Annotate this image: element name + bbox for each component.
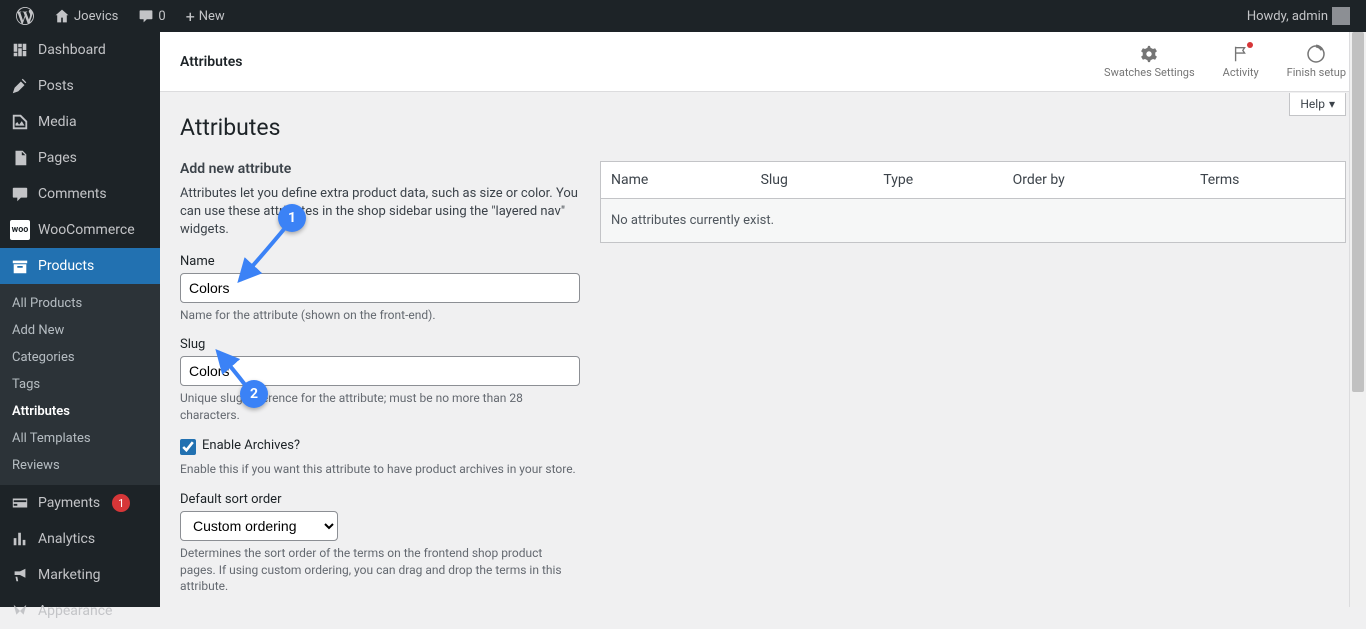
- wordpress-icon: [16, 7, 34, 25]
- sidebar-item-label: Pages: [38, 150, 77, 166]
- sidebar-item-posts[interactable]: Posts: [0, 68, 160, 104]
- submenu-categories[interactable]: Categories: [0, 344, 160, 371]
- plus-icon: +: [186, 7, 195, 26]
- sidebar-item-payments[interactable]: Payments 1: [0, 485, 160, 521]
- sidebar-item-label: Dashboard: [38, 42, 106, 58]
- submenu-add-new[interactable]: Add New: [0, 317, 160, 344]
- sidebar-item-media[interactable]: Media: [0, 104, 160, 140]
- comment-icon: [138, 8, 154, 24]
- activity-label: Activity: [1223, 66, 1259, 79]
- sidebar-item-analytics[interactable]: Analytics: [0, 521, 160, 557]
- sidebar-item-pages[interactable]: Pages: [0, 140, 160, 176]
- sidebar-item-products[interactable]: Products: [0, 248, 160, 284]
- activity-button[interactable]: Activity: [1223, 44, 1259, 79]
- products-submenu: All Products Add New Categories Tags Att…: [0, 284, 160, 485]
- add-attribute-desc: Attributes let you define extra product …: [180, 185, 580, 240]
- wp-logo-menu[interactable]: [8, 0, 42, 32]
- sidebar-item-label: Marketing: [38, 567, 101, 583]
- sort-help: Determines the sort order of the terms o…: [180, 545, 580, 595]
- progress-icon: [1306, 44, 1326, 64]
- howdy-label: Howdy, admin: [1247, 9, 1328, 24]
- admin-sidebar: Dashboard Posts Media Pages Comments woo: [0, 32, 160, 607]
- col-type[interactable]: Type: [873, 162, 1002, 199]
- sidebar-item-appearance[interactable]: Appearance: [0, 593, 160, 629]
- payments-badge: 1: [112, 494, 130, 512]
- finish-label: Finish setup: [1287, 66, 1346, 79]
- gear-icon: [1139, 44, 1159, 64]
- chevron-down-icon: ▾: [1329, 97, 1335, 111]
- sidebar-item-label: Media: [38, 114, 77, 130]
- product-icon: [10, 256, 30, 276]
- payment-icon: [10, 493, 30, 513]
- help-tab[interactable]: Help ▾: [1289, 93, 1346, 116]
- site-name-menu[interactable]: Joevics: [46, 0, 126, 32]
- comments-menu[interactable]: 0: [130, 0, 173, 32]
- header-title: Attributes: [180, 54, 242, 70]
- woo-icon: woo: [10, 220, 30, 240]
- slug-input[interactable]: [180, 356, 580, 386]
- comments-count: 0: [158, 9, 165, 24]
- page-icon: [10, 148, 30, 168]
- slug-label: Slug: [180, 337, 580, 352]
- new-content-menu[interactable]: + New: [178, 0, 233, 32]
- sidebar-item-woocommerce[interactable]: woo WooCommerce: [0, 212, 160, 248]
- col-orderby[interactable]: Order by: [1003, 162, 1190, 199]
- sort-label: Default sort order: [180, 492, 580, 507]
- sidebar-item-label: Appearance: [38, 603, 112, 619]
- account-menu[interactable]: Howdy, admin: [1239, 0, 1358, 32]
- page-header-bar: Attributes Swatches Settings Activity Fi…: [160, 32, 1366, 92]
- appearance-icon: [10, 601, 30, 621]
- enable-archives-checkbox[interactable]: [180, 439, 196, 455]
- sidebar-item-comments[interactable]: Comments: [0, 176, 160, 212]
- sidebar-item-dashboard[interactable]: Dashboard: [0, 32, 160, 68]
- dashboard-icon: [10, 40, 30, 60]
- admin-bar: Joevics 0 + New Howdy, admin: [0, 0, 1366, 32]
- content-area: Attributes Swatches Settings Activity Fi…: [160, 32, 1366, 607]
- sidebar-item-label: Comments: [38, 186, 107, 202]
- pin-icon: [10, 76, 30, 96]
- marketing-icon: [10, 565, 30, 585]
- col-slug[interactable]: Slug: [751, 162, 874, 199]
- finish-setup-button[interactable]: Finish setup: [1287, 44, 1346, 79]
- page-title: Attributes: [180, 114, 1346, 141]
- submenu-tags[interactable]: Tags: [0, 371, 160, 398]
- submenu-all-products[interactable]: All Products: [0, 290, 160, 317]
- name-label: Name: [180, 254, 580, 269]
- site-name-label: Joevics: [74, 9, 118, 24]
- sidebar-item-label: Posts: [38, 78, 74, 94]
- sidebar-item-label: Analytics: [38, 531, 95, 547]
- sidebar-item-marketing[interactable]: Marketing: [0, 557, 160, 593]
- sidebar-item-label: Products: [38, 258, 94, 274]
- swatches-label: Swatches Settings: [1104, 66, 1195, 79]
- home-icon: [54, 8, 70, 24]
- col-terms[interactable]: Terms: [1190, 162, 1345, 199]
- help-label: Help: [1300, 97, 1325, 111]
- scrollbar[interactable]: [1349, 32, 1366, 607]
- media-icon: [10, 112, 30, 132]
- submenu-reviews[interactable]: Reviews: [0, 452, 160, 479]
- archives-help: Enable this if you want this attribute t…: [180, 461, 580, 478]
- swatches-settings-button[interactable]: Swatches Settings: [1104, 44, 1195, 79]
- scrollbar-thumb[interactable]: [1352, 32, 1364, 392]
- comment-icon: [10, 184, 30, 204]
- sidebar-item-label: Payments: [38, 495, 100, 511]
- avatar: [1332, 7, 1350, 25]
- name-help: Name for the attribute (shown on the fro…: [180, 307, 580, 324]
- sidebar-item-label: WooCommerce: [38, 222, 135, 238]
- submenu-all-templates[interactable]: All Templates: [0, 425, 160, 452]
- name-input[interactable]: [180, 273, 580, 303]
- submenu-attributes[interactable]: Attributes: [0, 398, 160, 425]
- col-name[interactable]: Name: [601, 162, 751, 199]
- table-empty-message: No attributes currently exist.: [601, 199, 1346, 243]
- archives-label: Enable Archives?: [202, 438, 300, 453]
- sort-select[interactable]: Custom ordering: [180, 511, 338, 541]
- analytics-icon: [10, 529, 30, 549]
- flag-icon: [1231, 44, 1251, 64]
- attributes-table: Name Slug Type Order by Terms No attribu…: [600, 161, 1346, 243]
- add-attribute-heading: Add new attribute: [180, 161, 580, 177]
- slug-help: Unique slug/reference for the attribute;…: [180, 390, 580, 424]
- new-label: New: [199, 9, 225, 24]
